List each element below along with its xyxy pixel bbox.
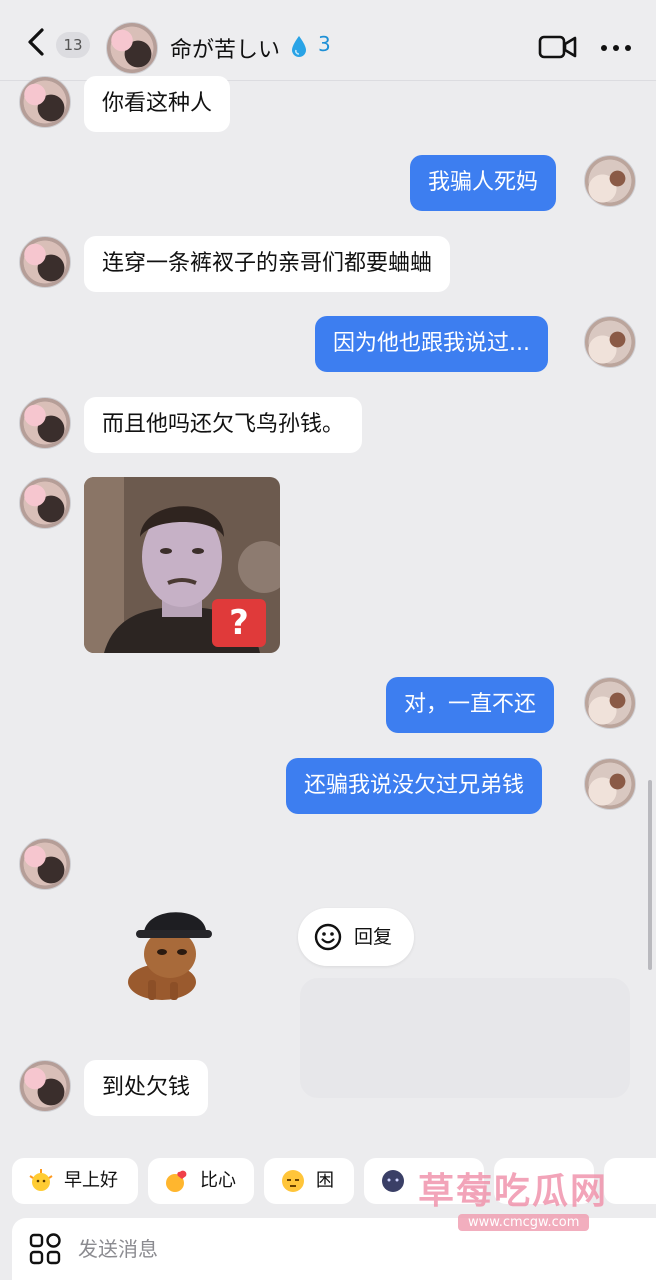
sender-avatar[interactable]	[19, 397, 71, 449]
reply-button[interactable]: 回复	[298, 908, 414, 966]
question-badge: ?	[229, 603, 249, 643]
quick-reply-good-morning[interactable]: 早上好	[12, 1158, 138, 1204]
blurred-panel	[300, 978, 630, 1098]
quick-reply-label: 困	[316, 1170, 334, 1191]
dark-face-icon	[382, 1170, 404, 1192]
sender-avatar[interactable]	[19, 236, 71, 288]
message-bubble-incoming[interactable]: 而且他吗还欠飞鸟孙钱。	[84, 397, 363, 453]
quick-reply-more[interactable]	[604, 1158, 656, 1204]
quick-reply-label: 比心	[200, 1170, 236, 1191]
chat-title[interactable]: 命が苦しい	[170, 32, 280, 64]
smiley-icon	[314, 923, 342, 951]
message-bubble-outgoing[interactable]: 我骗人死妈	[410, 155, 557, 211]
message-bubble-incoming[interactable]: 连穿一条裤衩子的亲哥们都要蛐蛐	[84, 236, 451, 292]
quick-reply-more[interactable]	[494, 1158, 594, 1204]
scrollbar[interactable]	[648, 780, 652, 970]
apps-grid-icon[interactable]	[28, 1232, 62, 1266]
sun-face-icon	[29, 1169, 53, 1191]
message-bubble-incoming[interactable]: 到处欠钱	[84, 1060, 209, 1116]
message-bubble-outgoing[interactable]: 对，一直不还	[386, 677, 555, 733]
chat-header: 13 命が苦しい 3	[0, 0, 656, 81]
message-image[interactable]: ?	[84, 477, 280, 653]
my-avatar[interactable]	[584, 316, 636, 368]
back-chevron-icon[interactable]	[20, 22, 54, 62]
quick-reply-sleepy[interactable]: 困	[264, 1158, 354, 1204]
message-composer[interactable]: 发送消息	[12, 1218, 656, 1280]
message-input-placeholder[interactable]: 发送消息	[78, 1218, 158, 1280]
my-avatar[interactable]	[584, 677, 636, 729]
sleepy-face-icon	[282, 1170, 304, 1192]
unread-count-badge[interactable]: 13	[56, 32, 90, 58]
my-avatar[interactable]	[584, 155, 636, 207]
quick-reply-heart[interactable]: 比心	[148, 1158, 254, 1204]
quick-reply-label: 早上好	[64, 1170, 118, 1191]
reply-label: 回复	[354, 926, 393, 948]
quick-reply-dark[interactable]	[364, 1158, 484, 1204]
cat-sticker[interactable]	[118, 902, 214, 1006]
sender-avatar[interactable]	[19, 477, 71, 529]
video-call-icon[interactable]	[538, 32, 578, 62]
message-bubble-incoming[interactable]: 你看这种人	[84, 76, 231, 132]
sender-avatar[interactable]	[19, 1060, 71, 1112]
contact-avatar[interactable]	[106, 22, 158, 74]
sender-avatar[interactable]	[19, 76, 71, 128]
my-avatar[interactable]	[584, 758, 636, 810]
heart-hand-icon	[166, 1170, 187, 1192]
more-dots-icon[interactable]	[598, 36, 634, 60]
spark-count: 3	[318, 32, 331, 56]
message-bubble-outgoing[interactable]: 因为他也跟我说过...	[315, 316, 548, 372]
sender-avatar[interactable]	[19, 838, 71, 890]
message-bubble-outgoing[interactable]: 还骗我说没欠过兄弟钱	[286, 758, 543, 814]
water-drop-icon	[290, 35, 308, 59]
